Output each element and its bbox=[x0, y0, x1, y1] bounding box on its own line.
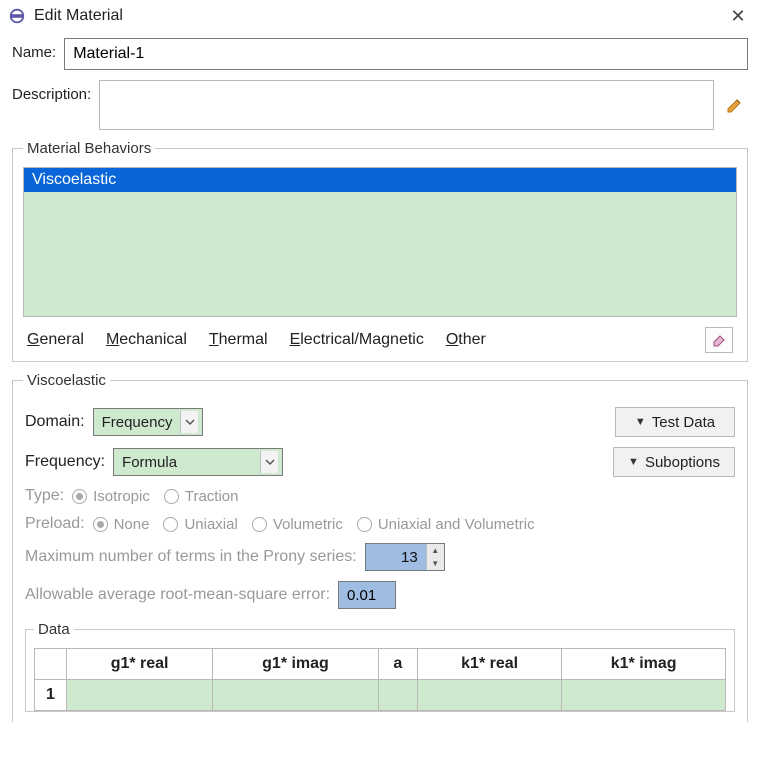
cell-a[interactable] bbox=[378, 680, 417, 711]
menu-other[interactable]: Other bbox=[446, 331, 486, 349]
preload-label: Preload: bbox=[25, 515, 85, 533]
type-label: Type: bbox=[25, 487, 64, 505]
viscoelastic-legend: Viscoelastic bbox=[23, 372, 110, 389]
name-row: Name: bbox=[12, 38, 748, 70]
prony-terms-input bbox=[366, 544, 426, 570]
eraser-icon bbox=[710, 332, 728, 348]
rmse-row: Allowable average root-mean-square error… bbox=[25, 581, 735, 609]
data-group: Data g1* real g1* imag a k1* real k1* im… bbox=[25, 621, 735, 712]
app-icon bbox=[8, 7, 26, 25]
window-title: Edit Material bbox=[34, 7, 726, 25]
titlebar: Edit Material ✕ bbox=[0, 0, 760, 32]
preload-volumetric-radio: Volumetric bbox=[252, 516, 343, 533]
table-row[interactable]: 1 bbox=[35, 680, 726, 711]
preload-uniaxial-volumetric-radio: Uniaxial and Volumetric bbox=[357, 516, 535, 533]
type-row: Type: Isotropic Traction bbox=[25, 487, 735, 505]
frequency-label: Frequency: bbox=[25, 453, 105, 471]
delete-behavior-button[interactable] bbox=[705, 327, 733, 353]
chevron-down-icon bbox=[180, 411, 198, 433]
type-isotropic-radio: Isotropic bbox=[72, 488, 150, 505]
table-corner bbox=[35, 649, 67, 680]
behaviors-list[interactable]: Viscoelastic bbox=[23, 167, 737, 317]
triangle-down-icon: ▼ bbox=[628, 456, 639, 468]
cell-k1-real[interactable] bbox=[417, 680, 561, 711]
material-behaviors-group: Material Behaviors Viscoelastic General … bbox=[12, 140, 748, 362]
prony-row: Maximum number of terms in the Prony ser… bbox=[25, 543, 735, 571]
col-k1-imag: k1* imag bbox=[562, 649, 726, 680]
preload-uniaxial-radio: Uniaxial bbox=[163, 516, 237, 533]
domain-select[interactable]: Frequency bbox=[93, 408, 204, 436]
prony-label: Maximum number of terms in the Prony ser… bbox=[25, 548, 357, 566]
cell-g1-imag[interactable] bbox=[213, 680, 379, 711]
pencil-icon bbox=[725, 95, 745, 115]
row-number: 1 bbox=[35, 680, 67, 711]
suboptions-button[interactable]: ▼ Suboptions bbox=[613, 447, 735, 477]
stepper-arrows: ▲▼ bbox=[426, 544, 444, 570]
col-a: a bbox=[378, 649, 417, 680]
description-label: Description: bbox=[12, 80, 91, 103]
frequency-select-value: Formula bbox=[122, 454, 252, 471]
close-icon[interactable]: ✕ bbox=[726, 6, 750, 27]
name-field[interactable] bbox=[64, 38, 748, 70]
menu-electrical-magnetic[interactable]: Electrical/Magnetic bbox=[290, 331, 424, 349]
col-g1-real: g1* real bbox=[67, 649, 213, 680]
domain-select-value: Frequency bbox=[102, 414, 173, 431]
description-field[interactable] bbox=[99, 80, 714, 130]
menu-mechanical[interactable]: Mechanical bbox=[106, 331, 187, 349]
frequency-row: Frequency: Formula ▼ Suboptions bbox=[25, 447, 735, 477]
description-row: Description: bbox=[12, 80, 748, 130]
type-traction-radio: Traction bbox=[164, 488, 239, 505]
preload-none-radio: None bbox=[93, 516, 150, 533]
edit-description-button[interactable] bbox=[722, 92, 748, 118]
menu-thermal[interactable]: Thermal bbox=[209, 331, 268, 349]
triangle-down-icon: ▼ bbox=[635, 416, 646, 428]
behaviors-menu-bar: General Mechanical Thermal Electrical/Ma… bbox=[23, 317, 737, 353]
material-behaviors-legend: Material Behaviors bbox=[23, 140, 155, 157]
chevron-down-icon bbox=[260, 451, 278, 473]
viscoelastic-group: Viscoelastic Domain: Frequency ▼ Test Da… bbox=[12, 372, 748, 722]
domain-label: Domain: bbox=[25, 413, 85, 431]
rmse-label: Allowable average root-mean-square error… bbox=[25, 586, 330, 604]
preload-row: Preload: None Uniaxial Volumetric Uniaxi… bbox=[25, 515, 735, 533]
col-g1-imag: g1* imag bbox=[213, 649, 379, 680]
cell-g1-real[interactable] bbox=[67, 680, 213, 711]
data-legend: Data bbox=[34, 621, 74, 638]
data-table[interactable]: g1* real g1* imag a k1* real k1* imag 1 bbox=[34, 648, 726, 711]
behaviors-list-item[interactable]: Viscoelastic bbox=[24, 168, 736, 192]
domain-row: Domain: Frequency ▼ Test Data bbox=[25, 407, 735, 437]
menu-general[interactable]: General bbox=[27, 331, 84, 349]
test-data-button[interactable]: ▼ Test Data bbox=[615, 407, 735, 437]
rmse-input bbox=[338, 581, 396, 609]
name-label: Name: bbox=[12, 38, 56, 61]
col-k1-real: k1* real bbox=[417, 649, 561, 680]
chevron-up-icon: ▲ bbox=[427, 544, 444, 557]
prony-terms-stepper: ▲▼ bbox=[365, 543, 445, 571]
chevron-down-icon: ▼ bbox=[427, 557, 444, 570]
frequency-select[interactable]: Formula bbox=[113, 448, 283, 476]
cell-k1-imag[interactable] bbox=[562, 680, 726, 711]
